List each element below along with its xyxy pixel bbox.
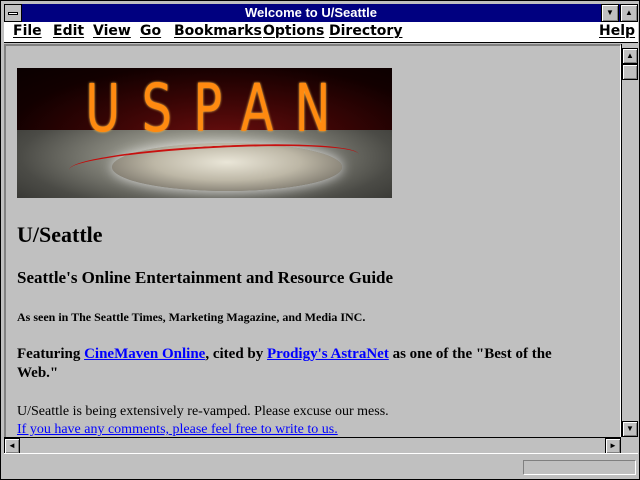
as-seen-text: As seen in The Seattle Times, Marketing … — [17, 310, 366, 324]
banner-logo-text: USPAN — [85, 70, 352, 147]
astranet-link[interactable]: Prodigy's AstraNet — [267, 346, 389, 362]
menu-options[interactable]: Options — [263, 23, 324, 39]
page-content[interactable]: USPAN U/Seattle Seattle's Online Enterta… — [4, 44, 621, 437]
status-progress-panel — [523, 460, 636, 475]
menu-bookmarks[interactable]: Bookmarks — [174, 23, 262, 39]
menu-view[interactable]: View — [93, 23, 131, 39]
comments-link[interactable]: If you have any comments, please feel fr… — [17, 422, 338, 438]
revamp-note: U/Seattle is being extensively re-vamped… — [17, 404, 389, 419]
scroll-thumb[interactable] — [622, 64, 638, 80]
menu-help[interactable]: Help — [599, 23, 635, 39]
page-title: U/Seattle — [17, 222, 103, 247]
scroll-down-icon[interactable]: ▼ — [622, 421, 638, 437]
uspan-banner-image: USPAN — [17, 68, 392, 198]
cinemaven-link[interactable]: CineMaven Online — [84, 346, 205, 362]
menu-file[interactable]: File — [13, 23, 42, 39]
status-bar — [4, 453, 638, 479]
menu-go[interactable]: Go — [140, 23, 161, 39]
browser-window: Welcome to U/Seattle ▼ ▲ File Edit View … — [0, 0, 640, 480]
scroll-corner — [621, 437, 638, 453]
menu-bar: File Edit View Go Bookmarks Options Dire… — [4, 22, 638, 43]
vertical-scrollbar[interactable]: ▲ ▼ — [621, 44, 638, 437]
window-title: Welcome to U/Seattle — [245, 5, 377, 20]
scroll-left-icon[interactable]: ◄ — [4, 438, 20, 454]
feature-middle: , cited by — [205, 346, 268, 362]
scroll-right-icon[interactable]: ► — [605, 438, 621, 454]
system-menu-icon[interactable] — [4, 4, 22, 22]
scroll-up-icon[interactable]: ▲ — [622, 48, 638, 64]
menu-directory[interactable]: Directory — [329, 23, 402, 39]
maximize-button[interactable]: ▲ — [620, 4, 638, 22]
page-subtitle: Seattle's Online Entertainment and Resou… — [17, 268, 394, 287]
feature-prefix: Featuring — [17, 346, 85, 362]
menu-edit[interactable]: Edit — [53, 23, 84, 39]
title-bar[interactable]: Welcome to U/Seattle ▼ ▲ — [4, 4, 638, 22]
feature-paragraph: Featuring CineMaven Online, cited by Pro… — [17, 345, 587, 383]
horizontal-scrollbar[interactable]: ◄ ► — [4, 437, 621, 454]
minimize-button[interactable]: ▼ — [601, 4, 619, 22]
